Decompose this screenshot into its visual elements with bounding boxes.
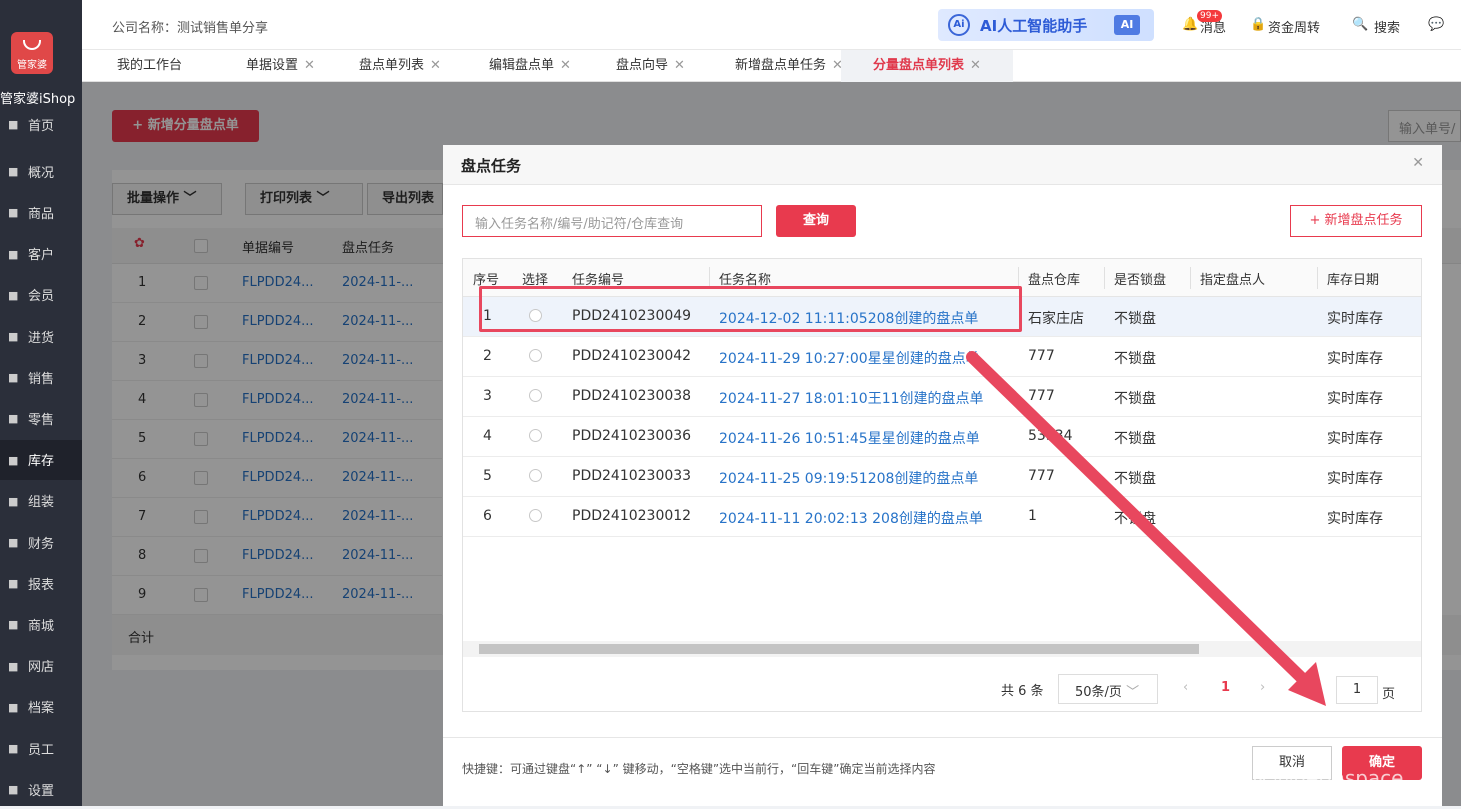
watermark: CSDN @herinspace [1210, 766, 1404, 790]
annotation-arrow [966, 351, 1326, 706]
